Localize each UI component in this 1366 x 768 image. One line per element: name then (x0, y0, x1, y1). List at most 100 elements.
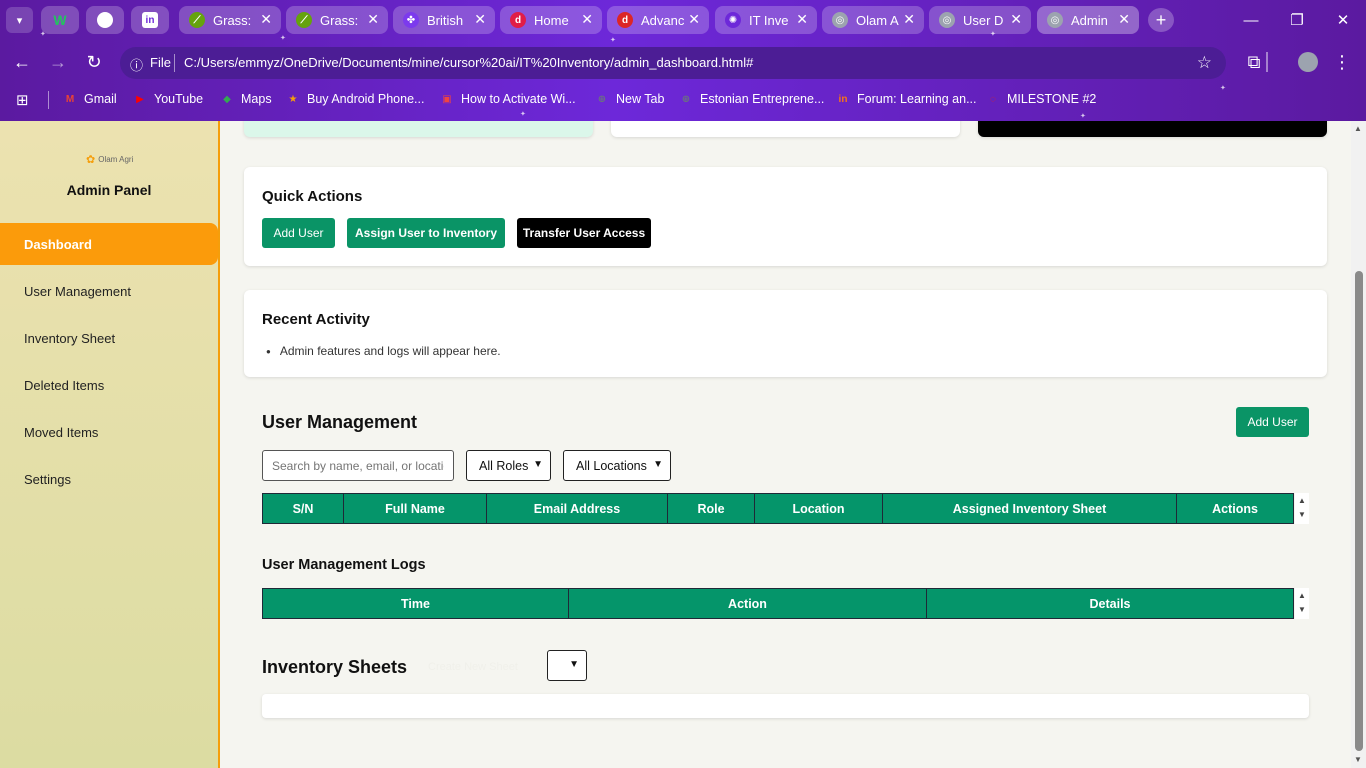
column-header-location[interactable]: Location (755, 494, 883, 523)
page-scrollbar[interactable]: ▲ ▼ (1351, 121, 1366, 768)
browser-tab[interactable]: ◎ User D ✕ (929, 6, 1031, 34)
scroll-down-icon[interactable]: ▼ (1354, 755, 1362, 764)
bookmark-item[interactable]: ◌ MILESTONE #2 (985, 91, 1096, 107)
pinned-tab-w[interactable]: W (41, 6, 79, 34)
scroll-up-icon[interactable]: ▲ (1298, 591, 1306, 600)
forward-button[interactable]: → (46, 50, 70, 74)
browser-tab[interactable]: ⟋ Grass: ✕ (286, 6, 388, 34)
url-text[interactable]: C:/Users/emmyz/OneDrive/Documents/mine/c… (184, 55, 753, 70)
tab-label: User D (963, 12, 1004, 28)
browser-tab[interactable]: d Advanc ✕ (607, 6, 709, 34)
pinned-tab-github[interactable] (86, 6, 124, 34)
sidebar-item-user-management[interactable]: User Management (0, 270, 218, 312)
tab-close-icon[interactable]: ✕ (367, 11, 379, 28)
extensions-button[interactable]: ⧉ (1242, 50, 1266, 74)
logs-table-scrollbar[interactable]: ▲ ▼ (1295, 588, 1309, 619)
chevron-down-icon: ▾ (16, 14, 23, 27)
tab-label: Home (534, 12, 569, 28)
recent-activity-card: Recent Activity ● Admin features and log… (244, 290, 1327, 377)
new-tab-button[interactable]: + (1148, 8, 1174, 32)
transfer-access-button[interactable]: Transfer User Access (517, 218, 651, 248)
reload-button[interactable]: ↻ (82, 50, 106, 74)
minimize-button[interactable]: — (1236, 8, 1266, 32)
column-header-actions[interactable]: Actions (1177, 494, 1293, 523)
column-header-full-name[interactable]: Full Name (344, 494, 487, 523)
menu-button[interactable]: ⋮ (1330, 50, 1354, 74)
chevron-down-icon: ▼ (653, 459, 663, 470)
browser-tab[interactable]: ◎ Olam A ✕ (822, 6, 924, 34)
scroll-down-icon[interactable]: ▼ (1298, 510, 1306, 519)
bookmark-label: How to Activate Wi... (461, 92, 576, 106)
sheet-select[interactable]: ▼ (547, 650, 587, 681)
tab-close-icon[interactable]: ✕ (1118, 11, 1130, 28)
close-window-button[interactable]: ✕ (1328, 8, 1358, 32)
bookmark-item[interactable]: ⊕ New Tab (594, 91, 665, 107)
bookmark-star-icon[interactable]: ☆ (1197, 53, 1212, 73)
address-bar[interactable]: ⓘ File C:/Users/emmyz/OneDrive/Documents… (120, 47, 1226, 79)
arrow-right-icon: → (49, 51, 67, 72)
users-table-scrollbar[interactable]: ▲ ▼ (1295, 493, 1309, 524)
bookmark-item[interactable]: ◆ Maps (219, 91, 271, 107)
create-sheet-button[interactable]: Create New Sheet (428, 661, 518, 673)
bookmark-item[interactable]: ⊕ Estonian Entreprene... (678, 91, 825, 107)
stat-card-white (611, 121, 960, 137)
user-search-input[interactable] (262, 450, 454, 481)
sidebar-item-inventory-sheet[interactable]: Inventory Sheet (0, 317, 218, 359)
tab-close-icon[interactable]: ✕ (474, 11, 486, 28)
stat-card-green (244, 121, 593, 137)
assign-user-button[interactable]: Assign User to Inventory (347, 218, 505, 248)
sidebar-item-moved-items[interactable]: Moved Items (0, 411, 218, 453)
column-header-time[interactable]: Time (263, 589, 569, 618)
column-header-role[interactable]: Role (668, 494, 755, 523)
bookmark-item[interactable]: ▶ YouTube (132, 91, 203, 107)
bookmark-item[interactable]: M Gmail (62, 91, 117, 107)
bookmark-icon: ◆ (223, 93, 231, 105)
tab-strip: ▾ W in ⟋ Grass: ✕ ⟋ Grass: ✕ ✤ British ✕ d Home ✕ d A… (0, 0, 1366, 40)
column-header-details[interactable]: Details (927, 589, 1293, 618)
back-button[interactable]: ← (10, 50, 34, 74)
w-logo-icon: W (53, 12, 67, 28)
tab-close-icon[interactable]: ✕ (581, 11, 593, 28)
address-separator (174, 54, 175, 72)
tab-close-icon[interactable]: ✕ (260, 11, 272, 28)
tab-close-icon[interactable]: ✕ (903, 11, 915, 28)
scroll-down-icon[interactable]: ▼ (1298, 605, 1306, 614)
column-header-email[interactable]: Email Address (487, 494, 668, 523)
browser-tab[interactable]: ✤ British ✕ (393, 6, 495, 34)
tab-favicon-icon: d (617, 12, 633, 28)
add-user-button[interactable]: Add User (262, 218, 335, 248)
scroll-up-icon[interactable]: ▲ (1298, 496, 1306, 505)
browser-tab[interactable]: ⟋ Grass: ✕ (179, 6, 281, 34)
pinned-tab-linkedin[interactable]: in (131, 6, 169, 34)
tab-favicon-icon: ⟋ (189, 12, 205, 28)
restore-button[interactable]: ❐ (1282, 8, 1312, 32)
sidebar-item-dashboard[interactable]: Dashboard (0, 223, 218, 265)
scroll-up-icon[interactable]: ▲ (1354, 124, 1362, 133)
sidebar-item-deleted-items[interactable]: Deleted Items (0, 364, 218, 406)
column-header-assigned-sheet[interactable]: Assigned Inventory Sheet (883, 494, 1177, 523)
browser-tab[interactable]: d Home ✕ (500, 6, 602, 34)
apps-button[interactable]: ⊞ (16, 91, 29, 109)
role-filter-select[interactable]: All Roles ▼ (466, 450, 551, 481)
profile-button[interactable] (1296, 50, 1320, 74)
tab-close-icon[interactable]: ✕ (1010, 11, 1022, 28)
column-header-action[interactable]: Action (569, 589, 927, 618)
bookmark-label: Gmail (84, 92, 117, 106)
plus-icon: + (1155, 9, 1167, 30)
info-icon[interactable]: ⓘ (130, 55, 143, 74)
bookmark-item[interactable]: ★ Buy Android Phone... (285, 91, 425, 107)
bookmark-item[interactable]: ▣ How to Activate Wi... (439, 91, 576, 107)
browser-tab[interactable]: ◎ Admin ✕ (1037, 6, 1139, 34)
tab-favicon-icon: ◎ (832, 12, 848, 28)
sidebar-item-settings[interactable]: Settings (0, 458, 218, 500)
tab-close-icon[interactable]: ✕ (688, 11, 700, 28)
location-filter-select[interactable]: All Locations ▼ (563, 450, 671, 481)
bookmark-icon: ◌ (990, 93, 996, 105)
add-user-secondary-button[interactable]: Add User (1236, 407, 1309, 437)
bookmark-item[interactable]: in Forum: Learning an... (835, 91, 977, 107)
tab-close-icon[interactable]: ✕ (796, 11, 808, 28)
tab-search-button[interactable]: ▾ (6, 7, 33, 33)
scrollbar-thumb[interactable] (1355, 271, 1363, 751)
column-header-sn[interactable]: S/N (263, 494, 344, 523)
browser-tab[interactable]: ✺ IT Inve ✕ (715, 6, 817, 34)
